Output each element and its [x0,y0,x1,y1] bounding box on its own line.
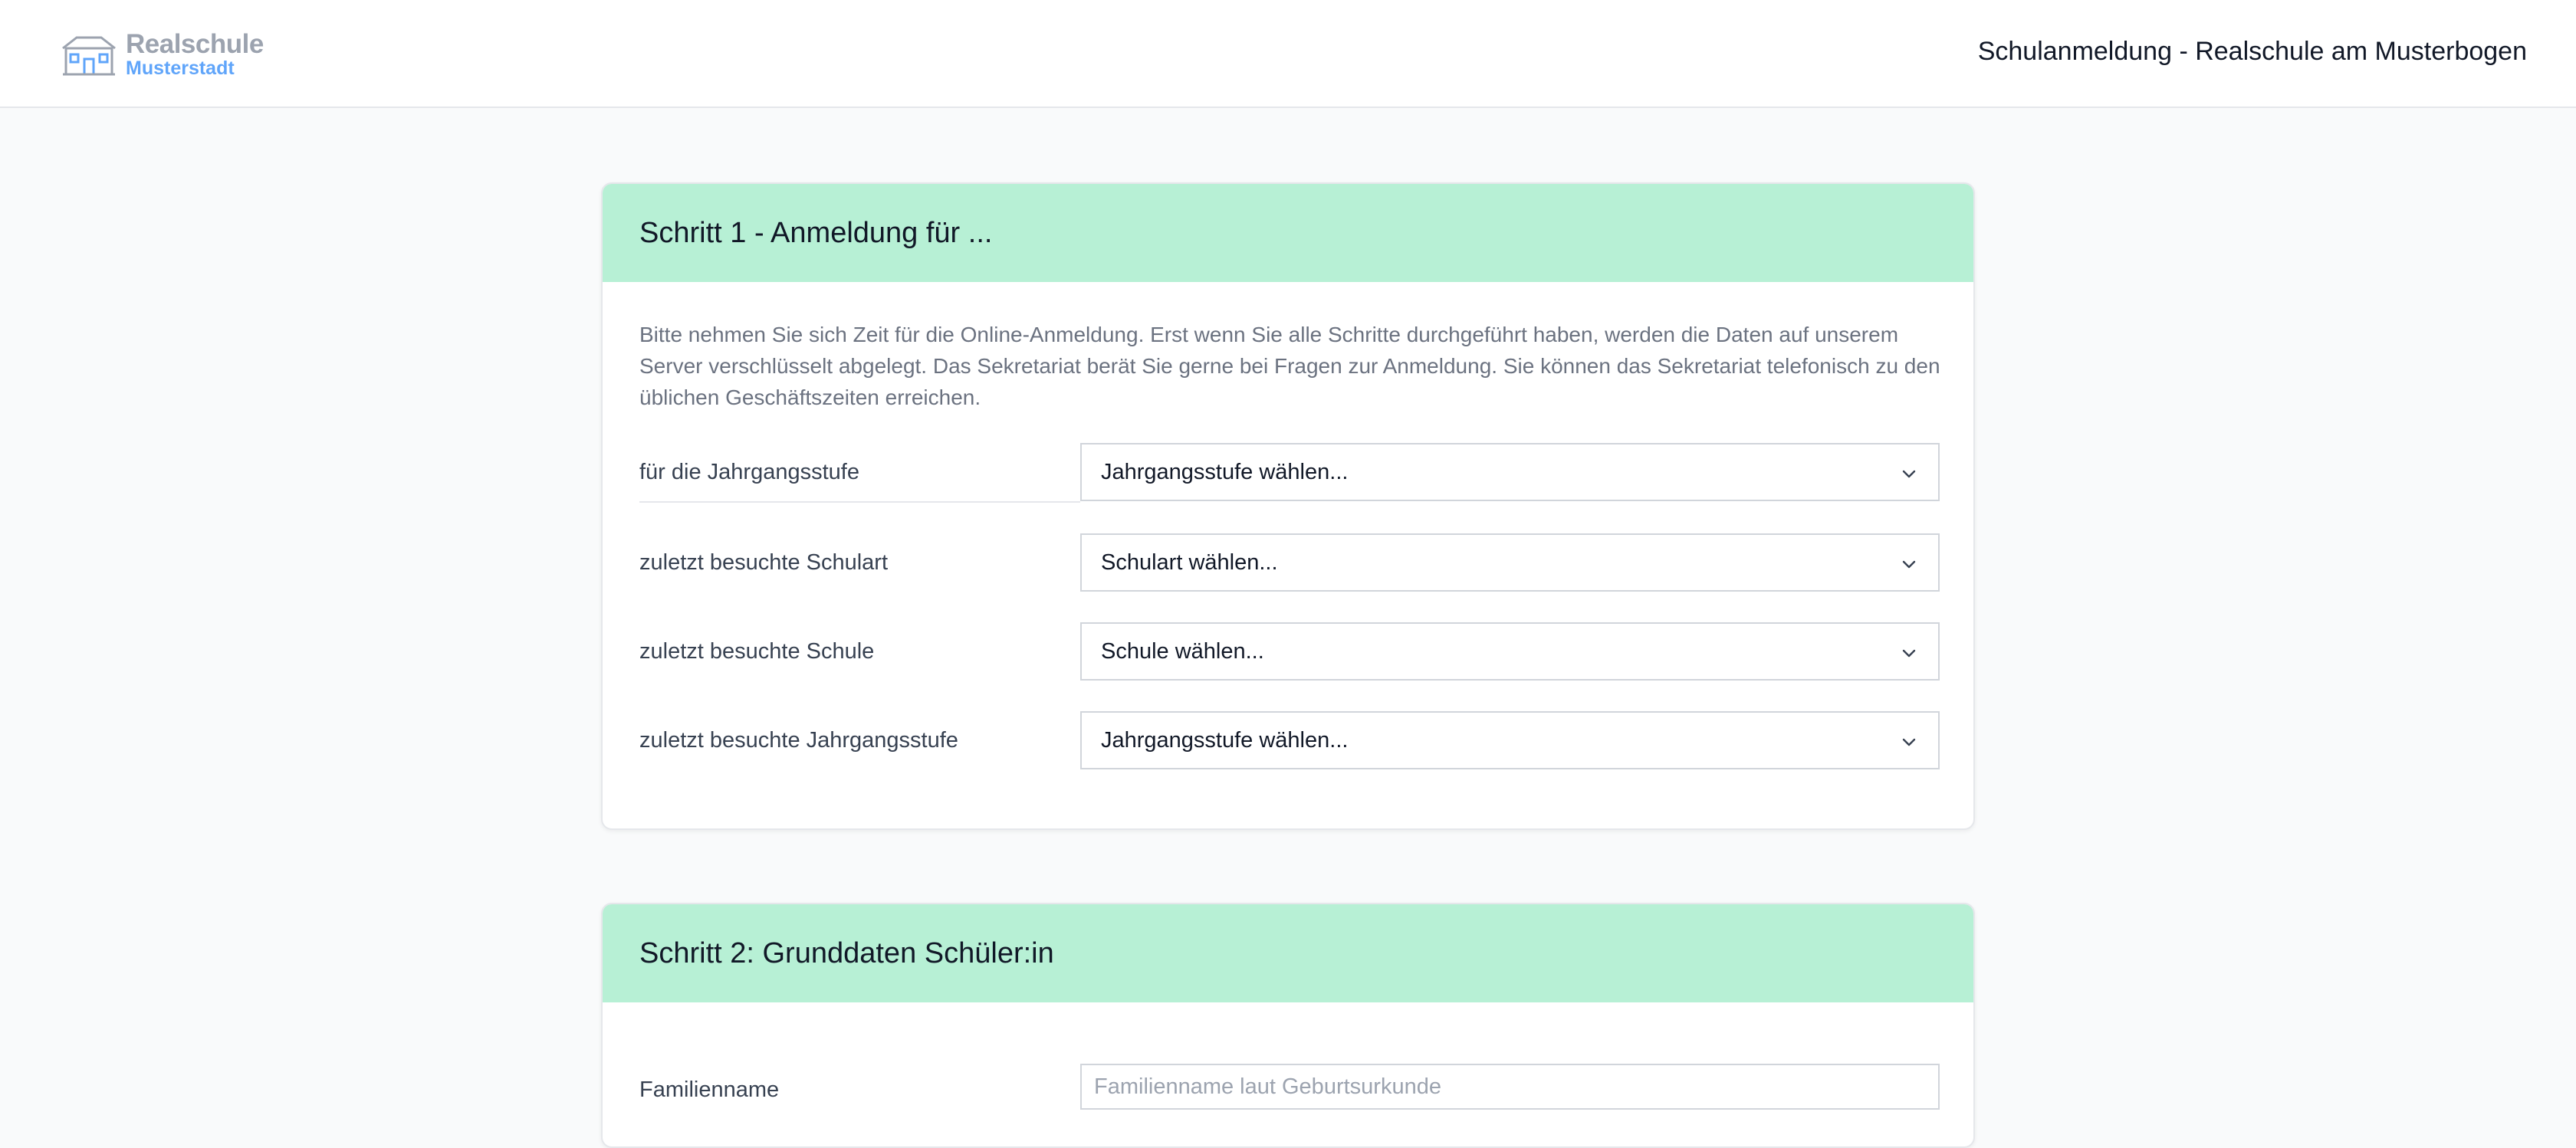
last-school-select[interactable]: Schule wählen... [1080,622,1940,681]
field-label-family-name: Familienname [639,1077,780,1102]
step-1-intro-text: Bitte nehmen Sie sich Zeit für die Onlin… [639,323,1940,409]
last-grade-select[interactable]: Jahrgangsstufe wählen... [1080,711,1940,769]
grade-select[interactable]: Jahrgangsstufe wählen... [1080,443,1940,501]
top-bar: Realschule Musterstadt Schulanmeldung - … [0,0,2576,108]
last-school-select-value: Schule wählen... [1101,638,1264,664]
step-1-card: Schritt 1 - Anmeldung für ... Bitte nehm… [601,182,1975,830]
field-row-school-type: zuletzt besuchte Schulart Schulart wähle… [639,533,1940,592]
step-1-header: Schritt 1 - Anmeldung für ... [603,184,1973,282]
school-logo[interactable]: Realschule Musterstadt [61,31,264,78]
grade-select-value: Jahrgangsstufe wählen... [1101,459,1349,484]
field-divider [639,501,1080,503]
logo-line-2: Musterstadt [126,57,235,79]
chevron-down-icon [1902,560,1916,569]
chevron-down-icon [1902,738,1916,746]
chevron-down-icon [1902,649,1916,658]
field-row-last-grade: zuletzt besuchte Jahrgangsstufe Jahrgang… [639,711,1940,769]
field-row-family-name: Familienname [639,1064,1940,1110]
logo-text: Realschule Musterstadt [126,31,264,78]
field-label-school-type: zuletzt besuchte Schulart [639,549,889,575]
school-building-icon [62,36,116,76]
site-title: Schulanmeldung - Realschule am Musterbog… [1977,37,2527,66]
school-type-select[interactable]: Schulart wählen... [1080,533,1940,592]
field-row-grade: für die Jahrgangsstufe Jahrgangsstufe wä… [639,443,1940,503]
school-type-select-value: Schulart wählen... [1101,549,1278,575]
field-label-grade: für die Jahrgangsstufe [639,459,859,484]
logo-line-1: Realschule [126,29,264,59]
chevron-down-icon [1902,470,1916,478]
step-2-card: Schritt 2: Grunddaten Schüler:in Familie… [601,903,1975,1148]
field-label-last-grade: zuletzt besuchte Jahrgangsstufe [639,727,958,753]
field-row-last-school: zuletzt besuchte Schule Schule wählen... [639,622,1940,681]
family-name-input[interactable] [1080,1064,1940,1110]
last-grade-select-value: Jahrgangsstufe wählen... [1101,727,1349,753]
step-2-header: Schritt 2: Grunddaten Schüler:in [603,904,1973,1002]
field-label-last-school: zuletzt besuchte Schule [639,638,875,664]
